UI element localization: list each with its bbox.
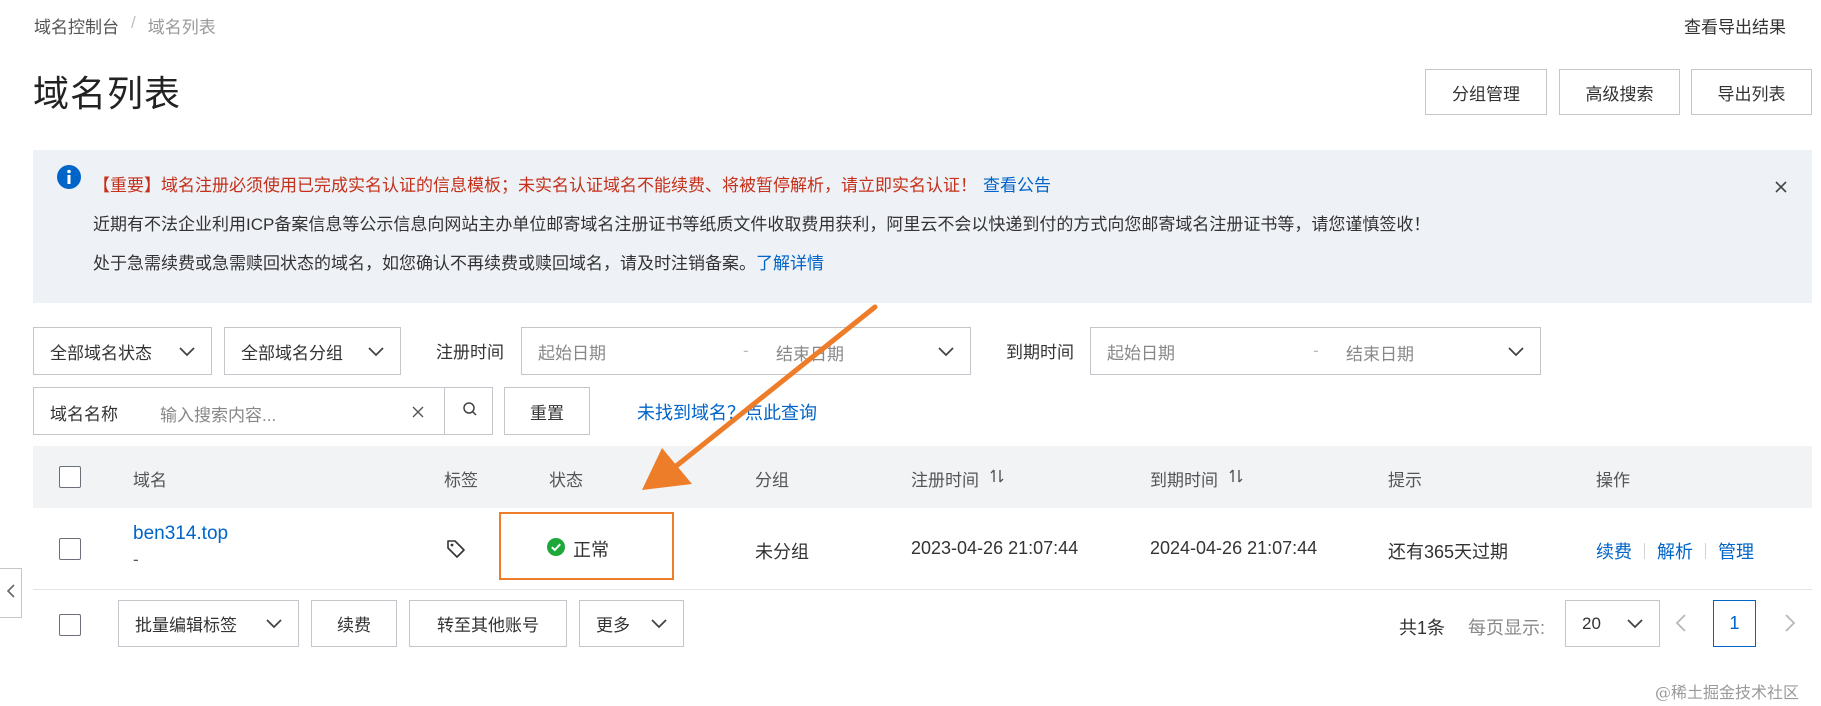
select-all-checkbox[interactable] xyxy=(59,466,81,488)
col-status: 状态 xyxy=(549,471,583,490)
notice-line-1: 【重要】域名注册必须使用已完成实名认证的信息模板；未实名认证域名不能续费、将被暂… xyxy=(93,171,1051,196)
action-divider xyxy=(1644,543,1645,559)
batch-renew-button[interactable]: 续费 xyxy=(311,600,397,647)
prev-page-icon[interactable] xyxy=(1674,613,1688,638)
total-count: 共1条 xyxy=(1399,618,1446,638)
sort-icon[interactable] xyxy=(989,468,1005,489)
advanced-search-button[interactable]: 高级搜索 xyxy=(1559,69,1680,115)
col-hint: 提示 xyxy=(1388,471,1422,490)
notice-banner: 【重要】域名注册必须使用已完成实名认证的信息模板；未实名认证域名不能续费、将被暂… xyxy=(33,150,1812,303)
breadcrumb-root[interactable]: 域名控制台 xyxy=(34,13,119,38)
group-manage-button[interactable]: 分组管理 xyxy=(1425,69,1547,115)
notice-line-2: 近期有不法企业利用ICP备案信息等公示信息向网站主办单位邮寄域名注册证书等纸质文… xyxy=(93,215,1431,234)
search-input[interactable]: 输入搜索内容... xyxy=(160,401,276,426)
row-checkbox[interactable] xyxy=(59,538,81,560)
notice-tag: 【重要】 xyxy=(93,176,161,195)
chevron-down-icon xyxy=(1506,342,1526,367)
chevron-down-icon xyxy=(936,342,956,367)
col-actions: 操作 xyxy=(1596,471,1630,490)
domain-group-value: 全部域名分组 xyxy=(241,343,343,363)
tag-icon[interactable] xyxy=(446,539,466,564)
chevron-down-icon xyxy=(264,614,284,639)
action-divider xyxy=(1705,543,1706,559)
view-announcement-link[interactable]: 查看公告 xyxy=(983,176,1051,195)
status-badge: 正常 xyxy=(547,536,609,562)
search-prefix-label: 域名名称 xyxy=(50,405,118,424)
export-result-link[interactable]: 查看导出结果 xyxy=(1684,13,1786,38)
search-button[interactable] xyxy=(444,387,494,435)
hint-cell: 还有365天过期 xyxy=(1388,542,1509,562)
clear-icon[interactable] xyxy=(411,405,425,424)
notice-line-3-text: 处于急需续费或急需赎回状态的域名，如您确认不再续费或赎回域名，请及时注销备案。 xyxy=(93,254,756,273)
sidebar-collapse-handle[interactable] xyxy=(0,568,22,618)
breadcrumb-current: 域名列表 xyxy=(147,18,216,37)
chevron-down-icon xyxy=(366,342,386,367)
domain-search-box: 域名名称 输入搜索内容... xyxy=(33,387,493,435)
col-reg-time-label: 注册时间 xyxy=(911,471,979,490)
page-1-button[interactable]: 1 xyxy=(1713,600,1756,647)
date-range-separator: - xyxy=(1313,341,1319,360)
reset-button[interactable]: 重置 xyxy=(504,387,590,435)
chevron-down-icon xyxy=(649,614,669,639)
dns-resolve-link[interactable]: 解析 xyxy=(1657,538,1693,564)
exp-start-date-input[interactable]: 起始日期 xyxy=(1107,339,1175,364)
chevron-left-icon xyxy=(6,583,16,604)
reg-start-date-input[interactable]: 起始日期 xyxy=(538,339,606,364)
domain-group-select[interactable]: 全部域名分组 xyxy=(224,327,401,375)
col-exp-time-label: 到期时间 xyxy=(1150,471,1218,490)
info-icon xyxy=(57,165,81,189)
domain-status-value: 全部域名状态 xyxy=(50,343,152,363)
exp-date-range[interactable]: 起始日期 - 结束日期 xyxy=(1090,327,1541,375)
chevron-down-icon xyxy=(177,342,197,367)
manage-link[interactable]: 管理 xyxy=(1718,538,1754,564)
status-text: 正常 xyxy=(573,540,609,560)
col-exp-time[interactable]: 到期时间 xyxy=(1150,466,1244,491)
annotation-arrow xyxy=(642,304,878,490)
export-list-button[interactable]: 导出列表 xyxy=(1691,69,1812,115)
sort-icon[interactable] xyxy=(1228,468,1244,489)
close-icon[interactable] xyxy=(1774,180,1788,194)
col-domain: 域名 xyxy=(133,471,167,490)
breadcrumb: 域名控制台 / 域名列表 xyxy=(34,13,216,38)
exp-time-cell: 2024-04-26 21:07:44 xyxy=(1150,538,1318,558)
chevron-down-icon xyxy=(1625,614,1645,639)
exp-end-date-input[interactable]: 结束日期 xyxy=(1346,340,1414,365)
reg-time-cell: 2023-04-26 21:07:44 xyxy=(911,538,1079,558)
reg-time-label: 注册时间 xyxy=(436,343,504,362)
check-circle-icon xyxy=(547,537,565,561)
batch-edit-tag-select[interactable]: 批量编辑标签 xyxy=(118,600,299,647)
notice-line-3: 处于急需续费或急需赎回状态的域名，如您确认不再续费或赎回域名，请及时注销备案。了… xyxy=(93,249,824,274)
page-size-value: 20 xyxy=(1582,613,1601,633)
domain-status-select[interactable]: 全部域名状态 xyxy=(33,327,212,375)
transfer-account-button[interactable]: 转至其他账号 xyxy=(409,600,567,647)
search-icon xyxy=(462,401,478,422)
watermark: @稀土掘金技术社区 xyxy=(1655,683,1800,702)
breadcrumb-separator: / xyxy=(131,13,136,32)
batch-edit-tag-label: 批量编辑标签 xyxy=(135,616,237,635)
page-size-select[interactable]: 20 xyxy=(1565,600,1660,647)
page-size-label: 每页显示: xyxy=(1468,618,1546,638)
domain-subtext: - xyxy=(133,550,139,569)
learn-more-link[interactable]: 了解详情 xyxy=(756,254,824,273)
footer-select-all-checkbox[interactable] xyxy=(59,614,81,636)
page-title: 域名列表 xyxy=(33,73,182,114)
notice-line-1-text: 域名注册必须使用已完成实名认证的信息模板；未实名认证域名不能续费、将被暂停解析，… xyxy=(161,176,977,195)
col-tag: 标签 xyxy=(444,471,478,490)
group-cell: 未分组 xyxy=(755,542,809,562)
renew-link[interactable]: 续费 xyxy=(1596,538,1632,564)
domain-link[interactable]: ben314.top xyxy=(133,523,228,545)
page-1-label: 1 xyxy=(1729,613,1740,633)
more-select[interactable]: 更多 xyxy=(579,600,684,647)
row-actions: 续费 解析 管理 xyxy=(1596,538,1754,564)
exp-time-label: 到期时间 xyxy=(1006,343,1074,362)
next-page-icon[interactable] xyxy=(1783,613,1797,638)
col-reg-time[interactable]: 注册时间 xyxy=(911,466,1005,491)
more-label: 更多 xyxy=(596,616,630,635)
